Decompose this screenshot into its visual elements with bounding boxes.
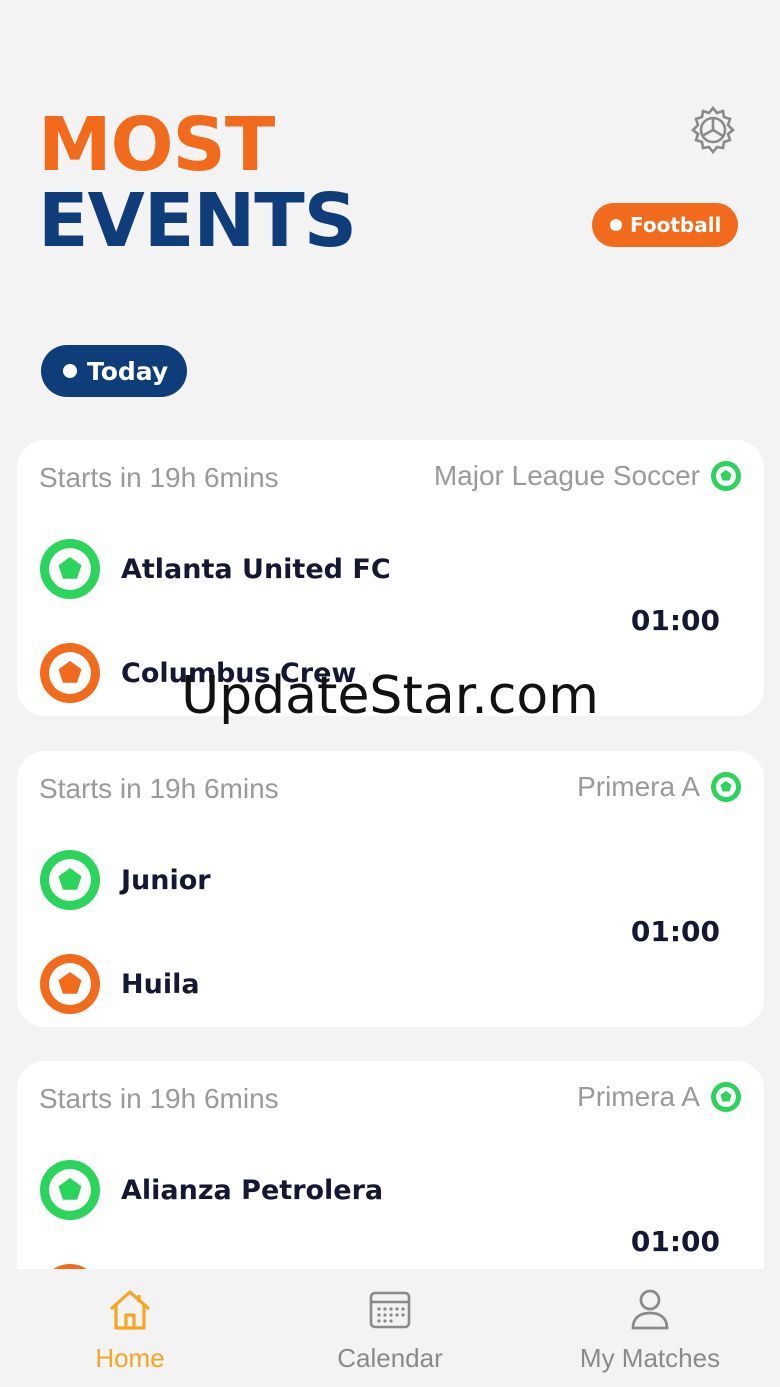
away-team-name: Columbus Crew xyxy=(121,657,357,689)
dot-icon xyxy=(63,364,77,378)
home-team-name: Alianza Petrolera xyxy=(121,1174,384,1206)
date-filter-button[interactable]: Today xyxy=(41,345,187,397)
tab-home-label: Home xyxy=(95,1343,165,1373)
page-title-line-2: EVENTS xyxy=(38,178,357,264)
away-team-ball-icon xyxy=(40,954,100,1014)
soccer-ball-icon xyxy=(711,772,741,802)
away-team-ball-icon xyxy=(40,643,100,703)
league-name: Primera A xyxy=(577,1081,700,1112)
bottom-tab-bar: Home Calendar My Matches xyxy=(0,1269,780,1387)
page-title-line-1: MOST xyxy=(38,102,275,188)
date-filter-label: Today xyxy=(87,356,169,386)
league-label: Primera A xyxy=(577,1081,742,1113)
soccer-ball-icon xyxy=(711,461,741,491)
match-time: 01:00 xyxy=(630,915,720,948)
gear-icon[interactable] xyxy=(687,104,739,156)
home-team: Junior xyxy=(39,849,211,911)
soccer-ball-icon xyxy=(711,1082,741,1112)
dot-icon xyxy=(610,219,622,231)
home-icon xyxy=(109,1290,151,1330)
away-team-name: Huila xyxy=(121,968,200,1000)
home-team-name: Junior xyxy=(121,864,211,896)
league-label: Major League Soccer xyxy=(434,460,742,492)
match-start-countdown: Starts in 19h 6mins xyxy=(39,773,279,804)
tab-my-matches-label: My Matches xyxy=(579,1343,721,1373)
away-team: Huila xyxy=(39,953,200,1015)
match-start-countdown: Starts in 19h 6mins xyxy=(39,462,279,493)
match-time: 01:00 xyxy=(630,604,720,637)
home-team-ball-icon xyxy=(40,539,100,599)
tab-calendar-label: Calendar xyxy=(337,1343,443,1373)
league-name: Primera A xyxy=(577,771,700,802)
league-label: Primera A xyxy=(577,771,742,803)
tab-calendar[interactable]: Calendar xyxy=(260,1269,520,1387)
home-team-ball-icon xyxy=(40,1160,100,1220)
sport-filter-label: Football xyxy=(630,213,722,237)
user-icon xyxy=(631,1289,669,1330)
sport-filter-button[interactable]: Football xyxy=(592,203,738,247)
away-team: Columbus Crew xyxy=(39,642,356,704)
home-team: Atlanta United FC xyxy=(39,538,391,600)
home-team-ball-icon xyxy=(40,850,100,910)
match-card[interactable]: Starts in 19h 6mins Major League Soccer … xyxy=(17,440,764,716)
home-team-name: Atlanta United FC xyxy=(121,553,391,585)
tab-my-matches[interactable]: My Matches xyxy=(520,1269,780,1387)
match-time: 01:00 xyxy=(630,1225,720,1258)
league-name: Major League Soccer xyxy=(433,460,700,491)
tab-home[interactable]: Home xyxy=(0,1269,260,1387)
match-card[interactable]: Starts in 19h 6mins Primera A Junior Hui… xyxy=(17,751,764,1027)
calendar-icon xyxy=(369,1291,411,1329)
home-team: Alianza Petrolera xyxy=(39,1159,383,1221)
match-start-countdown: Starts in 19h 6mins xyxy=(39,1083,279,1114)
